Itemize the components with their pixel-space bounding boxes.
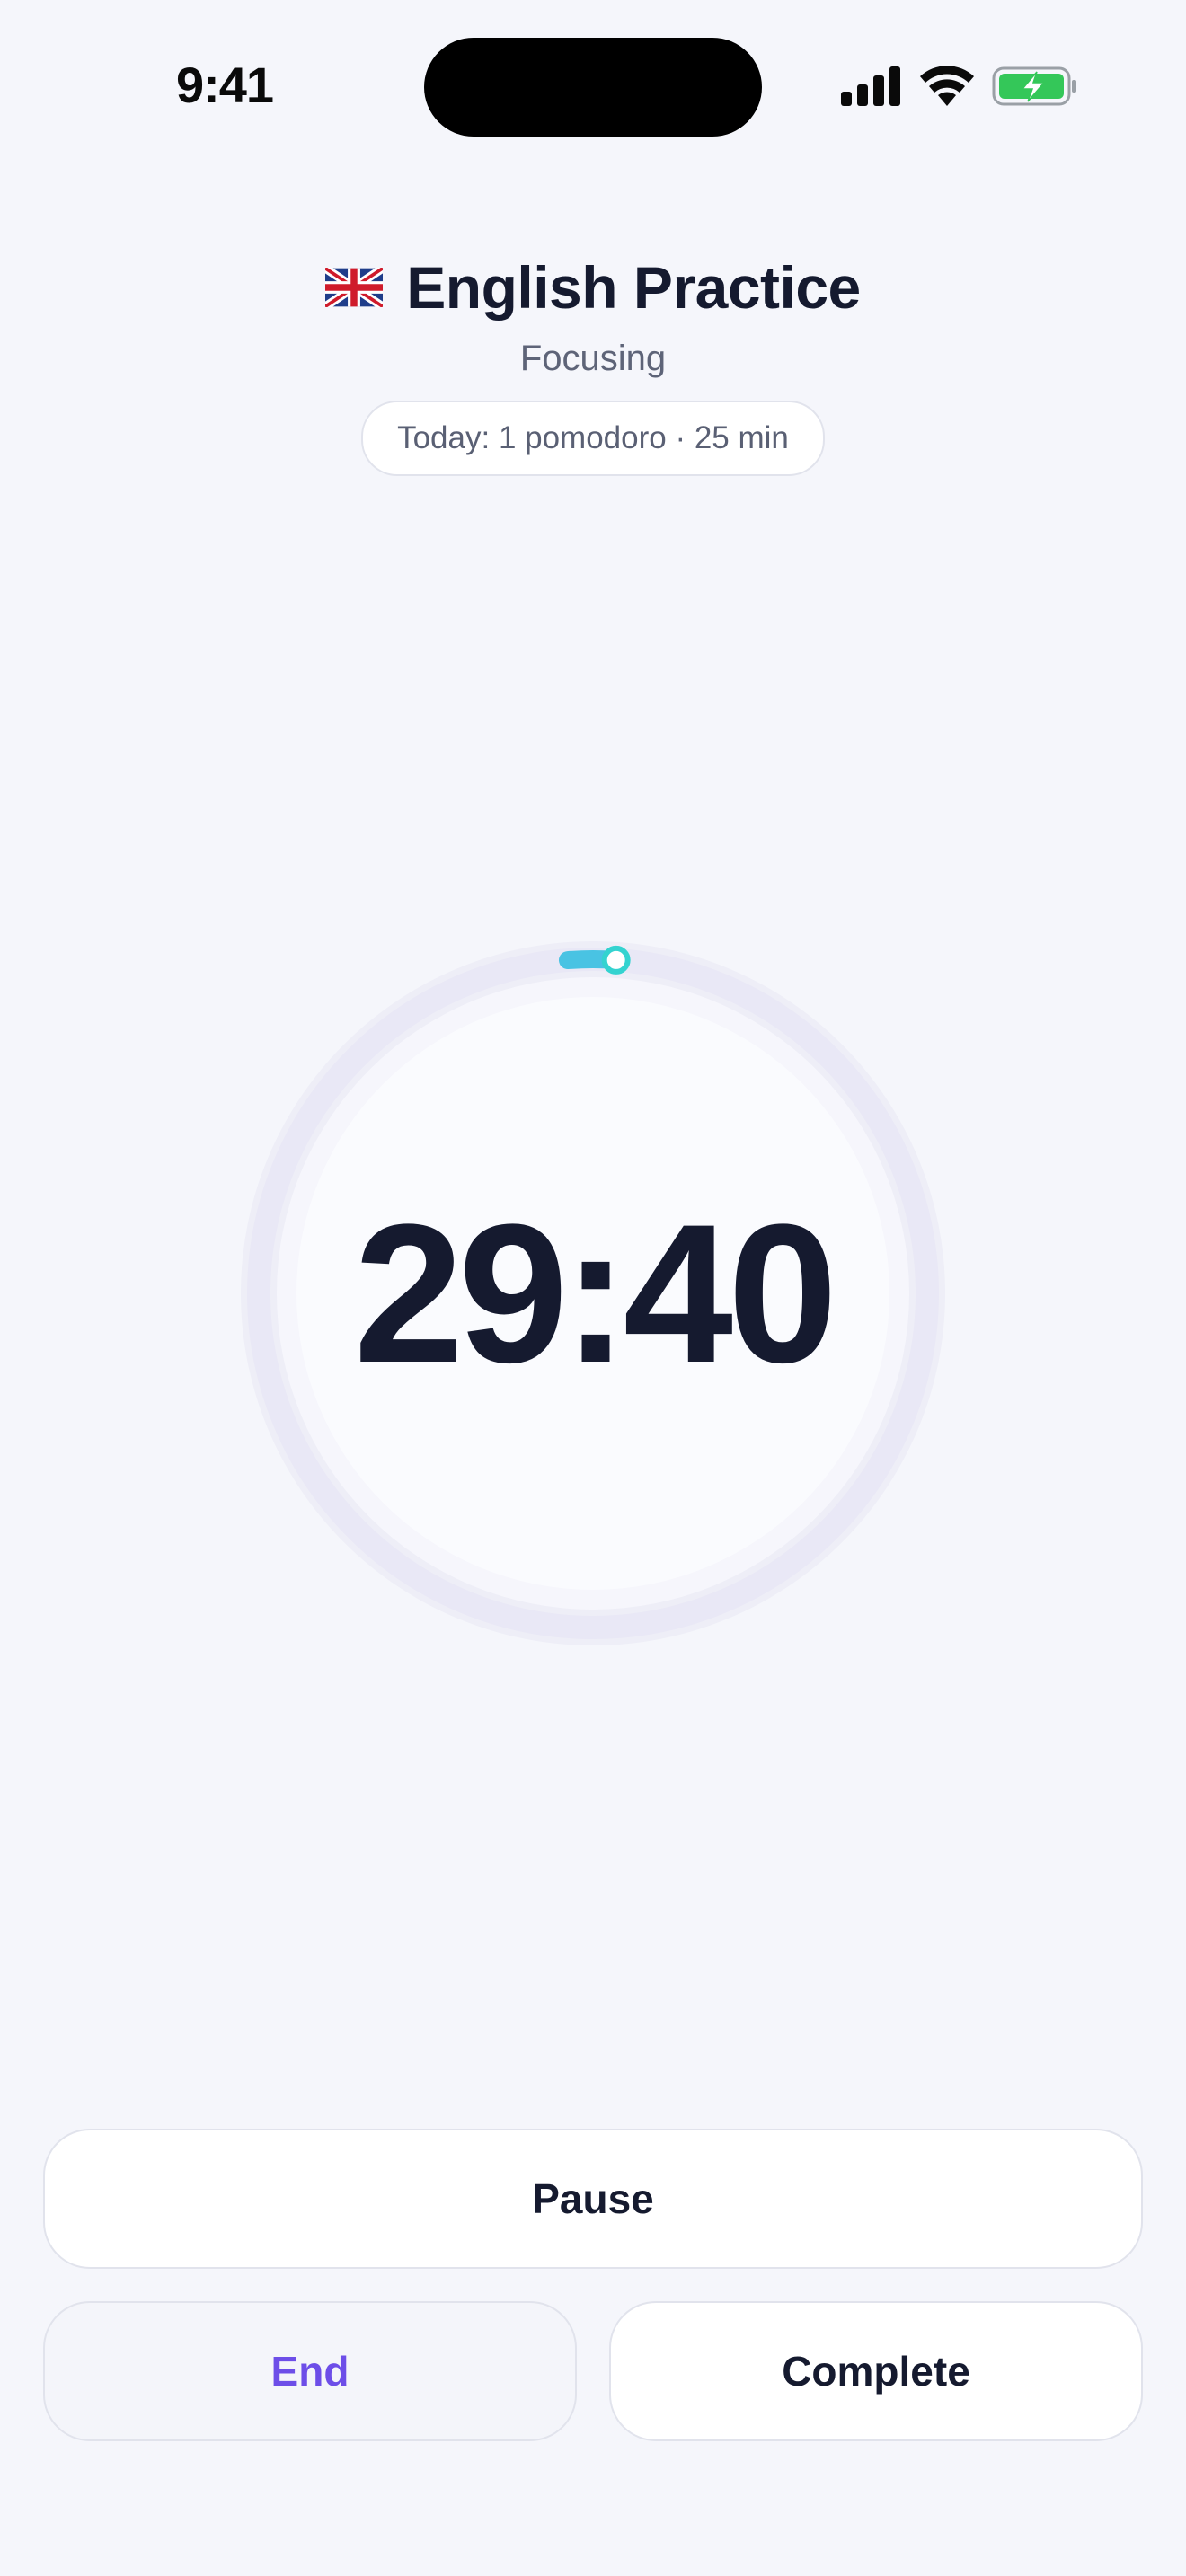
timer-display: 29:40 xyxy=(353,1183,838,1404)
end-button[interactable]: End xyxy=(43,2301,577,2441)
uk-flag-icon xyxy=(325,268,384,307)
wifi-icon xyxy=(920,66,974,106)
complete-button[interactable]: Complete xyxy=(609,2301,1143,2441)
status-bar: 9:41 xyxy=(0,0,1186,171)
session-header: English Practice Focusing Today: 1 pomod… xyxy=(0,243,1186,476)
status-time: 9:41 xyxy=(175,57,274,113)
cellular-signal-icon xyxy=(841,66,900,106)
battery-charging-icon xyxy=(992,66,1076,106)
page-title: English Practice xyxy=(406,254,861,321)
timer: 29:40 xyxy=(234,934,952,1653)
pause-button[interactable]: Pause xyxy=(43,2129,1143,2269)
today-summary-badge: Today: 1 pomodoro · 25 min xyxy=(361,401,825,476)
title-row: English Practice xyxy=(0,243,1186,332)
session-status: Focusing xyxy=(519,339,667,378)
dynamic-island xyxy=(424,38,762,137)
